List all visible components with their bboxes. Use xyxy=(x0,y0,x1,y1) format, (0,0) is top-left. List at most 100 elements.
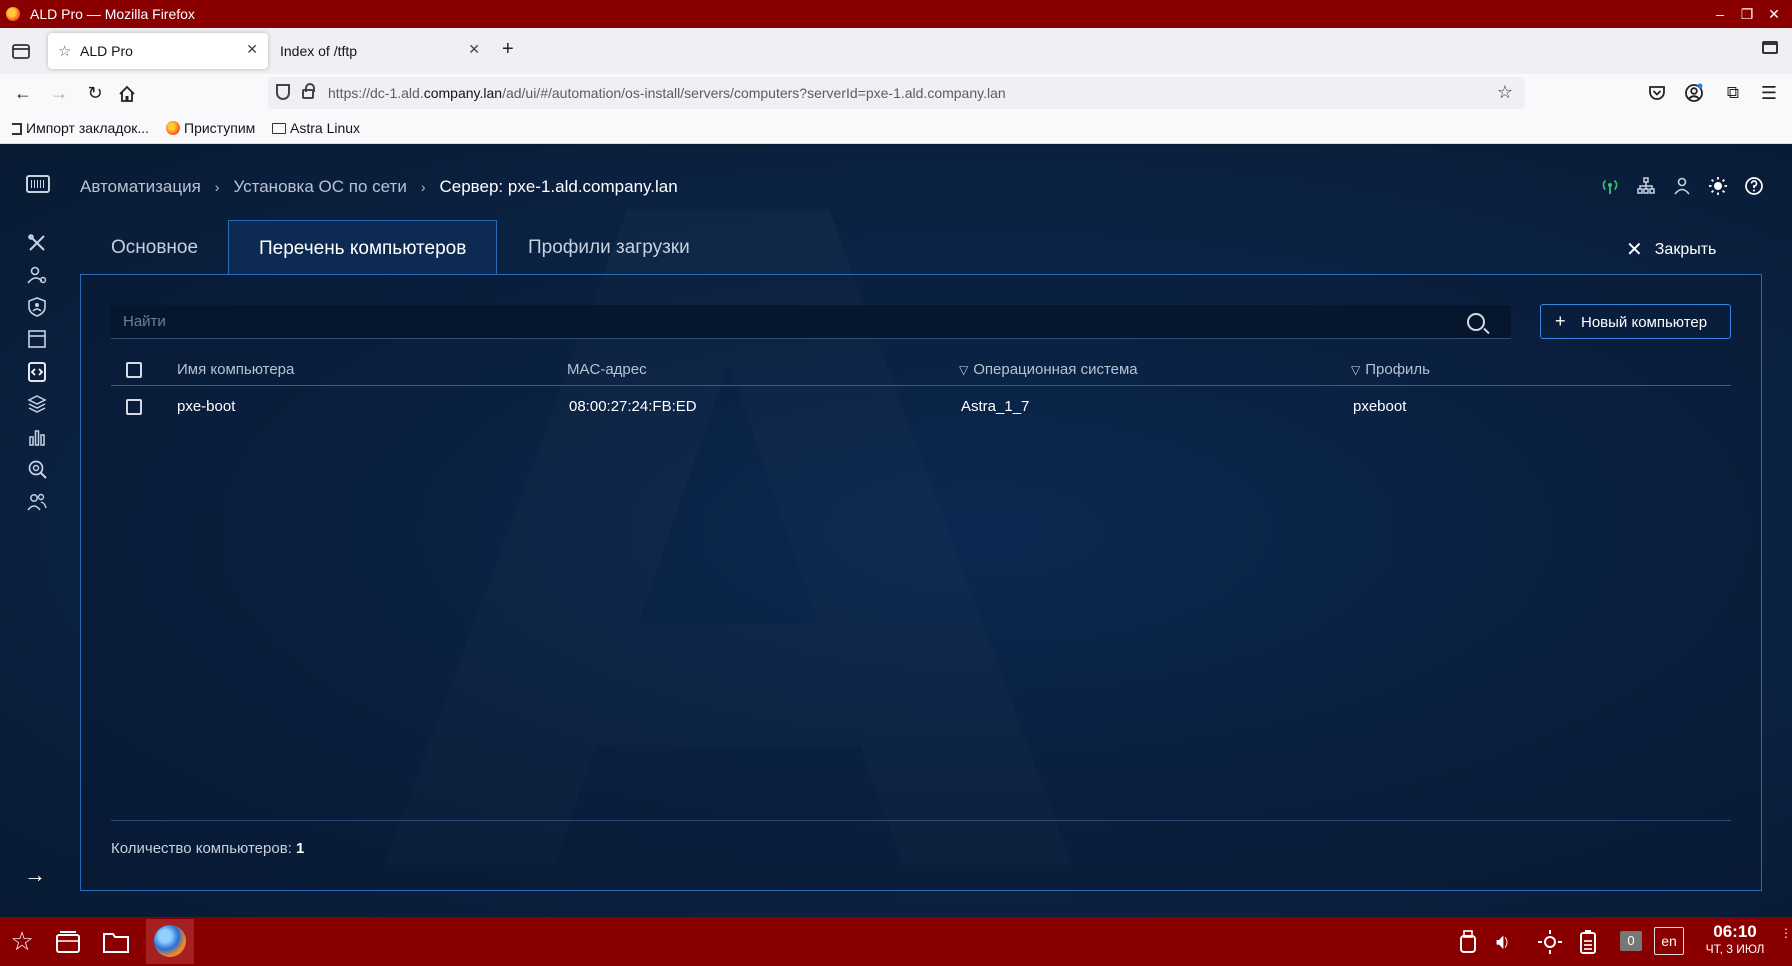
cell-computer-name[interactable]: pxe-boot xyxy=(177,398,235,415)
tab-label: Index of /tftp xyxy=(280,43,358,59)
column-header-name[interactable]: Имя компьютера xyxy=(177,361,294,378)
column-header-mac[interactable]: MAC-адрес xyxy=(567,361,647,378)
column-header-profile[interactable]: ▽ Профиль xyxy=(1351,361,1430,378)
layers-icon[interactable] xyxy=(26,393,48,415)
battery-icon[interactable] xyxy=(1578,929,1598,955)
new-computer-label: Новый компьютер xyxy=(1581,314,1708,331)
plus-icon: + xyxy=(1555,311,1566,331)
bookmark-import[interactable]: Импорт закладок... xyxy=(12,120,149,136)
firefox-taskbar-icon[interactable] xyxy=(154,925,186,957)
bookmark-star-icon[interactable]: ☆ xyxy=(1497,82,1513,103)
clock-date: ЧТ, 3 ИЮЛ xyxy=(1705,942,1765,956)
tools-icon[interactable] xyxy=(26,232,48,254)
column-header-os[interactable]: ▽ Операционная система xyxy=(959,361,1138,378)
theme-sun-icon[interactable] xyxy=(1708,176,1728,196)
tab-label: Основное xyxy=(111,237,199,258)
browser-tab-tftp[interactable]: Index of /tftp ✕ xyxy=(270,33,490,69)
expand-sidebar-arrow-icon[interactable]: → xyxy=(24,862,46,888)
start-menu-star-icon[interactable]: ☆ xyxy=(6,925,38,957)
select-all-checkbox[interactable] xyxy=(126,362,142,378)
user-settings-icon[interactable] xyxy=(26,264,48,286)
clock[interactable]: 06:10 ЧТ, 3 ИЮЛ xyxy=(1700,922,1770,956)
restore-icon[interactable]: ❐ xyxy=(1737,4,1757,24)
notification-counter[interactable]: 0 xyxy=(1620,931,1642,951)
tab-computer-list[interactable]: Перечень компьютеров xyxy=(228,220,497,275)
window-titlebar: ALD Pro — Mozilla Firefox – ❐ ✕ xyxy=(0,0,1792,28)
tab-close-icon[interactable]: ✕ xyxy=(468,41,480,58)
sitemap-icon[interactable] xyxy=(1636,176,1656,196)
automation-code-icon[interactable] xyxy=(26,361,48,383)
chevron-right-icon: › xyxy=(420,179,426,195)
volume-icon[interactable]: 🔉︎ xyxy=(1496,929,1510,955)
tab-boot-profiles[interactable]: Профили загрузки xyxy=(500,220,730,275)
desktops-icon[interactable] xyxy=(54,929,82,955)
close-window-icon[interactable]: ✕ xyxy=(1764,4,1784,24)
table-row[interactable]: pxe-boot 08:00:27:24:FB:ED Astra_1_7 pxe… xyxy=(111,398,1731,428)
app-menu-icon[interactable]: ☰ xyxy=(1756,80,1782,106)
forward-icon[interactable]: → xyxy=(46,80,72,106)
filter-icon[interactable]: ▽ xyxy=(1351,363,1360,377)
table-header: Имя компьютера MAC-адрес ▽ Операционная с… xyxy=(111,361,1731,386)
sidebar-toggle-icon[interactable] xyxy=(1762,41,1778,54)
chevron-right-icon: › xyxy=(214,179,220,195)
user-icon[interactable] xyxy=(1672,176,1692,196)
bar-chart-icon[interactable] xyxy=(26,426,48,448)
bookmark-getting-started[interactable]: Приступим xyxy=(166,120,255,136)
computer-count-label: Количество компьютеров: xyxy=(111,840,296,857)
cell-mac-address: 08:00:27:24:FB:ED xyxy=(569,398,697,415)
tab-general[interactable]: Основное xyxy=(80,220,230,275)
more-dots-icon[interactable]: ⋮ xyxy=(1780,927,1792,955)
close-button[interactable]: ✕ Закрыть xyxy=(1626,237,1716,262)
browser-tabstrip: ☆ ALD Pro ✕ Index of /tftp ✕ + xyxy=(0,28,1792,74)
close-icon: ✕ xyxy=(1626,239,1643,261)
new-tab-icon[interactable]: + xyxy=(502,38,514,61)
browser-tab-ald-pro[interactable]: ☆ ALD Pro ✕ xyxy=(48,33,268,69)
column-header-label: Профиль xyxy=(1365,361,1430,378)
account-icon[interactable] xyxy=(1684,83,1704,103)
clock-time: 06:10 xyxy=(1713,922,1757,941)
tab-label: ALD Pro xyxy=(80,43,133,59)
keyboard-layout[interactable]: en xyxy=(1654,927,1684,955)
reload-icon[interactable]: ↻ xyxy=(82,80,108,106)
search-zoom-icon[interactable] xyxy=(26,458,48,480)
computer-list-panel: + Новый компьютер Имя компьютера MAC-адр… xyxy=(80,274,1762,891)
footer-divider xyxy=(111,820,1731,821)
breadcrumb-automation[interactable]: Автоматизация xyxy=(80,177,201,196)
folder-icon xyxy=(272,123,286,134)
tab-manager-icon[interactable] xyxy=(10,40,32,62)
url-text[interactable]: https://dc-1.ald.company.lan/ad/ui/#/aut… xyxy=(328,85,1006,101)
url-host: company.lan xyxy=(423,85,503,101)
pocket-icon[interactable] xyxy=(1648,84,1666,102)
users-group-icon[interactable] xyxy=(26,491,48,513)
bookmark-astra-linux[interactable]: Astra Linux xyxy=(272,120,360,136)
search-icon[interactable] xyxy=(1467,313,1485,331)
brightness-icon[interactable] xyxy=(1536,929,1564,955)
shield-icon[interactable] xyxy=(276,84,290,100)
ald-logo-icon[interactable] xyxy=(26,175,50,193)
tab-close-icon[interactable]: ✕ xyxy=(246,41,258,58)
search-field[interactable] xyxy=(111,305,1511,339)
ald-pro-app: A Автоматизация›Установка ОС по сети›Сер… xyxy=(0,145,1792,917)
search-input[interactable] xyxy=(111,305,1451,338)
security-shield-icon[interactable] xyxy=(26,296,48,318)
bookmark-label: Astra Linux xyxy=(290,120,361,136)
home-icon[interactable] xyxy=(118,85,136,103)
url-bar[interactable]: https://dc-1.ald.company.lan/ad/ui/#/aut… xyxy=(268,77,1525,109)
file-manager-folder-icon[interactable] xyxy=(102,929,130,955)
tab-label: Перечень компьютеров xyxy=(259,238,467,259)
breadcrumb: Автоматизация › Установка ОС по сети › Серве… xyxy=(80,177,678,197)
connection-status-icon[interactable] xyxy=(1600,176,1620,196)
new-computer-button[interactable]: + Новый компьютер xyxy=(1540,304,1731,339)
minimize-icon[interactable]: – xyxy=(1710,4,1730,24)
help-icon[interactable] xyxy=(1744,176,1764,196)
row-checkbox[interactable] xyxy=(126,399,142,415)
breadcrumb-os-install[interactable]: Установка ОС по сети xyxy=(233,177,406,196)
window-title: ALD Pro — Mozilla Firefox xyxy=(30,6,195,22)
extensions-icon[interactable]: ⧉ xyxy=(1720,80,1746,106)
back-icon[interactable]: ← xyxy=(10,80,36,106)
usb-drive-icon[interactable] xyxy=(1458,929,1478,955)
window-icon[interactable] xyxy=(26,328,48,350)
filter-icon[interactable]: ▽ xyxy=(959,363,968,377)
lock-icon[interactable] xyxy=(302,83,315,99)
tab-label: Профили загрузки xyxy=(528,237,690,258)
